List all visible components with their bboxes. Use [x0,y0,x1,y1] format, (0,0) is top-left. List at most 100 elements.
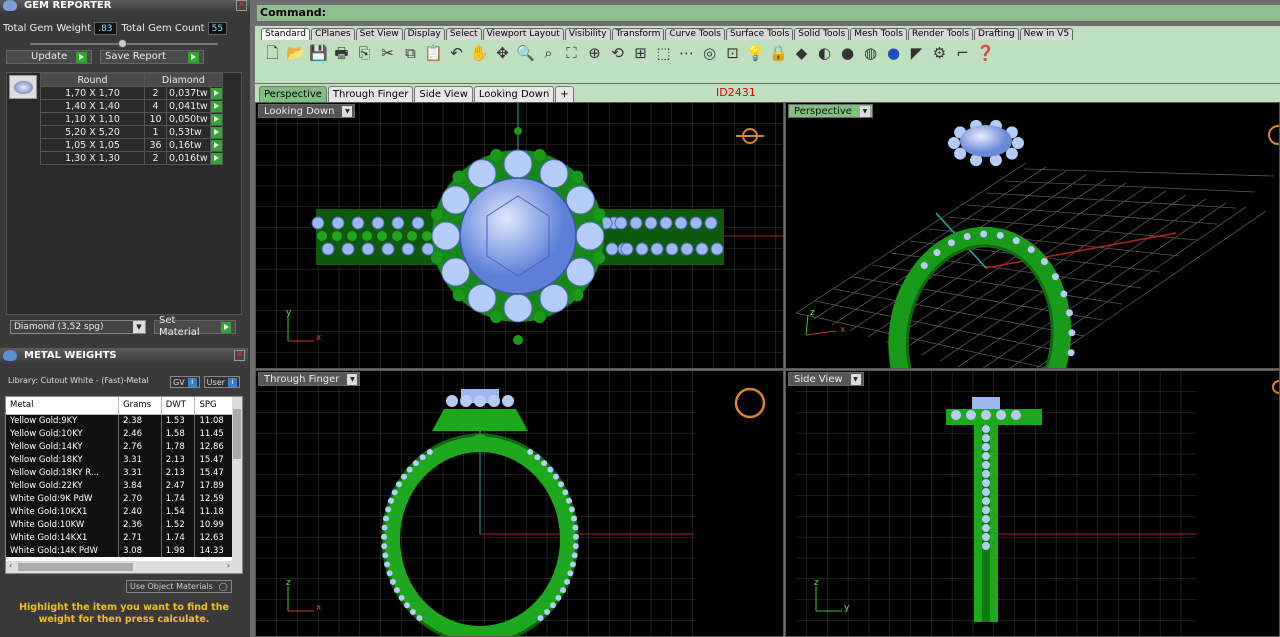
gem-row[interactable]: 1,10 X 1,10 10 0,050tw [40,112,223,126]
save-icon[interactable]: 💾 [309,44,328,63]
toolbar-tab[interactable]: Visibility [564,28,611,40]
export-icon[interactable]: ⎘ [355,44,374,63]
grid-snap-icon[interactable]: ⋯ [677,44,696,63]
metal-row[interactable]: White Gold:10KX1 2.40 1.54 11.18 [6,505,234,518]
metal-row[interactable]: Yellow Gold:14KY 2.76 1.78 12.86 [6,440,234,453]
metal-row[interactable]: Yellow Gold:18KY R... 3.31 2.13 15.47 [6,466,234,479]
viewport-tab[interactable]: Perspective [259,86,327,102]
slider-knob[interactable] [118,39,127,48]
viewport-tab[interactable]: Side View [414,86,473,102]
chevron-down-icon[interactable]: ▼ [133,321,145,333]
toolbar-tab[interactable]: Select [445,28,482,40]
metal-column-header[interactable]: Grams [118,397,162,415]
blue-sphere-icon[interactable]: ● [884,44,903,63]
metal-row[interactable]: White Gold:10KW 2.36 1.52 10.99 [6,518,234,531]
toolbar-tab[interactable]: Surface Tools [725,28,794,40]
dimension-icon[interactable]: ⌐ [953,44,972,63]
color-wheel-icon[interactable]: ◐ [815,44,834,63]
save-report-button[interactable]: Save Report [100,50,204,64]
viewport-tab[interactable]: Through Finger [327,86,414,102]
cut-icon[interactable]: ✂ [378,44,397,63]
add-viewport-tab[interactable]: + [555,86,574,102]
print-icon[interactable]: 🖶 [332,44,351,63]
gem-row-go[interactable] [209,86,223,100]
user-button[interactable]: User i [203,376,240,388]
toolbar-tab[interactable]: Solid Tools [794,28,850,40]
toolbar-tab[interactable]: New in V5 [1019,28,1074,40]
gem-row[interactable]: 5,20 X 5,20 1 0,53tw [40,125,223,139]
help-icon[interactable]: ❓ [976,44,995,63]
toolbar-tab[interactable]: Drafting [974,28,1019,40]
viewport-label[interactable]: Perspective [788,104,873,118]
gem-row-go[interactable] [209,99,223,113]
light-icon[interactable]: 💡 [746,44,765,63]
viewport-side-view[interactable]: Side View y z [785,370,1280,637]
toolbar-tab[interactable]: Set View [355,28,403,40]
viewport-layout-icon[interactable]: ⊞ [631,44,650,63]
osnap-icon[interactable]: ◎ [700,44,719,63]
toolbar-tab[interactable]: Viewport Layout [482,28,564,40]
gem-row[interactable]: 1,05 X 1,05 36 0,16tw [40,138,223,152]
viewport-perspective[interactable]: Perspective x z [785,102,1280,369]
gem-row[interactable]: 1,40 X 1,40 4 0,041tw [40,99,223,113]
metal-row[interactable]: Yellow Gold:22KY 3.84 2.47 17.89 [6,479,234,492]
rotate-view-icon[interactable]: ⟲ [608,44,627,63]
zoom-extents-icon[interactable]: ⛶ [562,44,581,63]
gem-row-go[interactable] [209,125,223,139]
close-icon[interactable]: ✕ [234,350,245,361]
copy-icon[interactable]: ⧉ [401,44,420,63]
move-icon[interactable]: ✥ [493,44,512,63]
viewport-label[interactable]: Side View [788,372,864,386]
toolbar-tab[interactable]: Render Tools [907,28,974,40]
close-icon[interactable]: ✕ [236,0,247,11]
material-select[interactable]: Diamond (3,52 spg) ▼ [10,320,146,334]
viewport-looking-down[interactable]: Looking Down x y [255,102,784,369]
gem-row-go[interactable] [209,138,223,152]
zoom-window-icon[interactable]: ⌕ [539,44,558,63]
viewport-label[interactable]: Looking Down [258,104,356,118]
viewport-tab[interactable]: Looking Down [473,86,555,102]
toolbar-tab[interactable]: Transform [611,28,665,40]
gv-button[interactable]: GV i [170,376,200,388]
gem-row[interactable]: 1,70 X 1,70 2 0,037tw [40,86,223,100]
metal-row[interactable]: Yellow Gold:18KY 3.31 2.13 15.47 [6,453,234,466]
set-material-button[interactable]: Set Material [154,315,236,338]
metal-row[interactable]: White Gold:14KX1 2.71 1.74 12.63 [6,531,234,544]
new-file-icon[interactable]: 🗋 [263,44,282,63]
open-folder-icon[interactable]: 📂 [286,44,305,63]
viewport-through-finger[interactable]: Through Finger x z [255,370,784,637]
gem-row-go[interactable] [209,151,223,165]
rendered-sphere-icon[interactable]: ◍ [861,44,880,63]
paste-icon[interactable]: 📋 [424,44,443,63]
toolbar-tab[interactable]: Mesh Tools [850,28,907,40]
gem-row[interactable]: 1,30 X 1,30 2 0,016tw [40,151,223,165]
pan-hand-icon[interactable]: ✋ [470,44,489,63]
toolbar-tab[interactable]: Display [403,28,445,40]
options-gear-icon[interactable]: ⚙ [930,44,949,63]
select-icon[interactable]: ⬚ [654,44,673,63]
shaded-sphere-icon[interactable]: ● [838,44,857,63]
metal-column-header[interactable]: SPG [194,397,234,415]
update-button[interactable]: Update [6,50,92,64]
toolbar-tab[interactable]: Curve Tools [665,28,725,40]
report-slider[interactable] [30,39,218,48]
vertical-scrollbar[interactable] [232,397,242,563]
zoom-icon[interactable]: 🔍 [516,44,535,63]
layer-icon[interactable]: ◆ [792,44,811,63]
metal-column-header[interactable]: Metal [6,397,120,415]
metal-row[interactable]: White Gold:9K PdW 2.70 1.74 12.59 [6,492,234,505]
metal-column-header[interactable]: DWT [161,397,196,415]
cplane-icon[interactable]: ⊡ [723,44,742,63]
toolbar-tab[interactable]: Standard [261,28,310,40]
lock-icon[interactable]: 🔒 [769,44,788,63]
gem-row-go[interactable] [209,112,223,126]
command-line[interactable]: Command: [257,5,1280,21]
viewport-label[interactable]: Through Finger [258,372,361,386]
material-icon[interactable]: ◤ [907,44,926,63]
toolbar-tab[interactable]: CPlanes [310,28,355,40]
undo-icon[interactable]: ↶ [447,44,466,63]
metal-row[interactable]: Yellow Gold:10KY 2.46 1.58 11.45 [6,427,234,440]
metal-row[interactable]: Yellow Gold:9KY 2.38 1.53 11.08 [6,414,234,427]
metal-row[interactable]: White Gold:14K PdW 3.08 1.98 14.33 [6,544,234,557]
horizontal-scrollbar[interactable]: ‹ › [6,561,242,573]
